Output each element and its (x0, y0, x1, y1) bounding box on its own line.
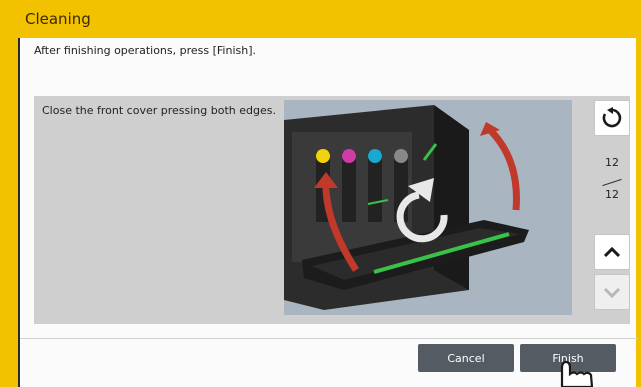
page-total: 12 (605, 188, 619, 201)
toner-black (394, 149, 408, 163)
next-step-button[interactable] (594, 274, 630, 310)
cancel-button[interactable]: Cancel (418, 344, 514, 372)
page-current: 12 (605, 156, 619, 169)
title-bar: Cleaning (0, 0, 641, 38)
page-separator (602, 178, 622, 187)
dialog-panel: After finishing operations, press [Finis… (18, 38, 638, 387)
hand-pointer-icon (560, 360, 594, 387)
previous-step-button[interactable] (594, 234, 630, 270)
replay-button[interactable] (594, 100, 630, 136)
chevron-down-icon (603, 287, 621, 299)
toner-yellow (316, 149, 330, 163)
chevron-up-icon (603, 246, 621, 258)
page-indicator: 12 12 (594, 156, 630, 216)
divider (20, 338, 638, 339)
step-text: Close the front cover pressing both edge… (42, 104, 276, 117)
toner-cyan (368, 149, 382, 163)
right-arrow (487, 127, 520, 211)
replay-icon (602, 107, 622, 128)
page-title: Cleaning (25, 10, 91, 28)
step-illustration (284, 100, 572, 315)
toner-magenta (342, 149, 356, 163)
instruction-text: After finishing operations, press [Finis… (34, 44, 256, 57)
step-content: Close the front cover pressing both edge… (34, 96, 630, 324)
